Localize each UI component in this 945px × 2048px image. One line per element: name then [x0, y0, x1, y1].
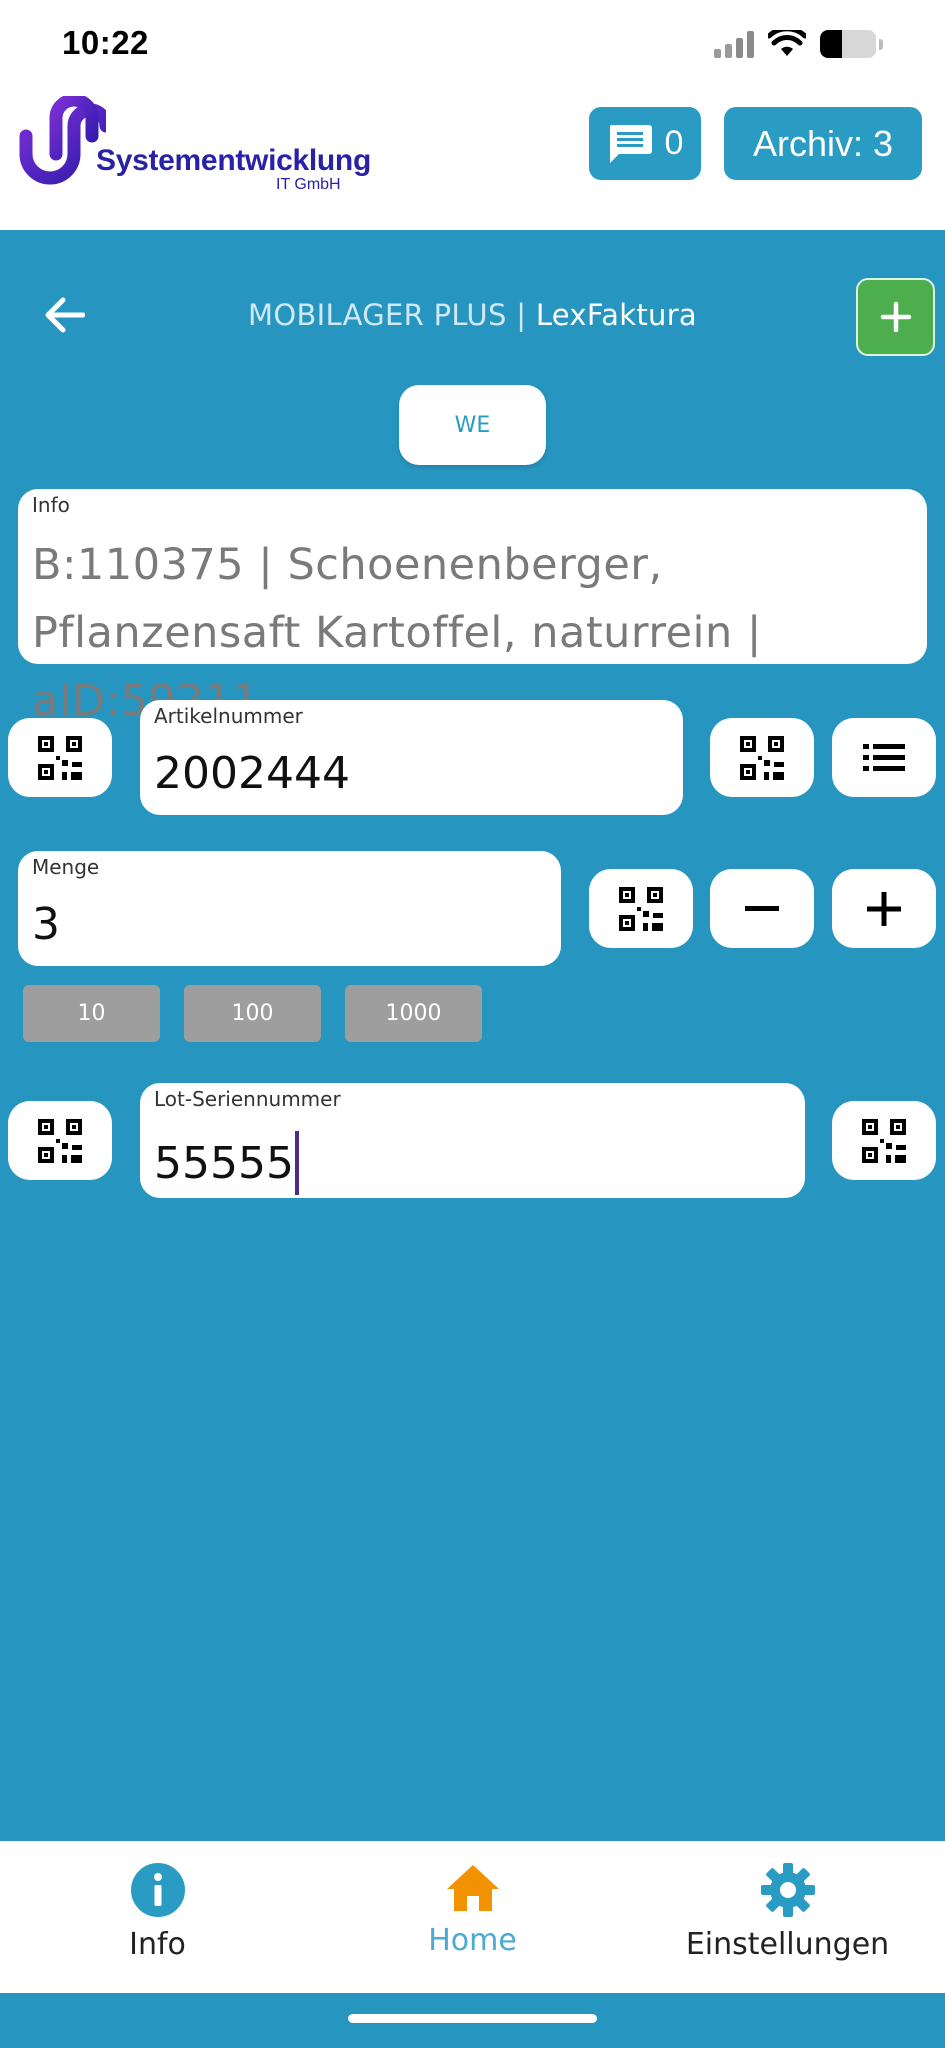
nav-label-home: Home	[428, 1923, 517, 1958]
status-time: 10:22	[62, 24, 149, 61]
info-field: Info B:110375 | Schoenenberger, Pflanzen…	[18, 489, 927, 726]
scan-lot-right-button[interactable]	[832, 1101, 936, 1180]
mode-button-we[interactable]: WE	[399, 385, 546, 465]
scan-artikel-right-button[interactable]	[710, 718, 814, 797]
signal-icon	[714, 30, 754, 58]
wifi-icon	[768, 30, 806, 56]
menge-input[interactable]: Menge 3	[18, 851, 561, 966]
artikelnummer-value: 2002444	[154, 748, 350, 799]
nav-item-einstellungen[interactable]: Einstellungen	[630, 1841, 945, 1993]
minus-icon	[745, 905, 779, 911]
nav-item-home[interactable]: Home	[315, 1841, 630, 1993]
nav-label-einstellungen: Einstellungen	[685, 1927, 890, 1962]
app-header: 10:22 Systementwicklung IT GmbH 0 Archiv…	[0, 0, 945, 230]
nav-item-info[interactable]: Info	[0, 1841, 315, 1993]
plus-icon	[867, 891, 901, 926]
qr-code-icon	[862, 1118, 906, 1163]
quick-qty-100-button[interactable]: 100	[184, 985, 321, 1042]
title-separator: |	[516, 298, 527, 332]
qr-code-icon	[38, 1118, 82, 1163]
scan-artikel-left-button[interactable]	[8, 718, 112, 797]
status-icons	[714, 30, 883, 58]
info-icon	[130, 1863, 185, 1917]
increase-quantity-button[interactable]	[832, 869, 936, 948]
logo-subtext: IT GmbH	[276, 176, 341, 193]
logo-mark-icon	[19, 96, 106, 185]
artikelnummer-input[interactable]: Artikelnummer 2002444	[140, 700, 683, 815]
bottom-navigation: Info Home Einstellungen	[0, 1841, 945, 1993]
qr-code-icon	[619, 886, 663, 931]
article-list-button[interactable]	[832, 718, 936, 797]
battery-icon	[820, 30, 876, 58]
qr-code-icon	[38, 735, 82, 780]
add-button[interactable]	[856, 278, 935, 356]
list-icon	[863, 743, 905, 771]
lot-seriennummer-value-wrap: 55555	[154, 1131, 299, 1195]
title-module: LexFaktura	[535, 298, 697, 332]
lot-seriennummer-input[interactable]: Lot-Seriennummer 55555	[140, 1083, 805, 1198]
archive-button[interactable]: Archiv: 3	[724, 107, 922, 180]
lot-seriennummer-value: 55555	[154, 1137, 294, 1189]
title-app-name: MOBILAGER PLUS	[248, 298, 507, 332]
nav-label-info: Info	[129, 1927, 186, 1962]
home-icon	[446, 1865, 499, 1911]
info-label: Info	[32, 493, 70, 517]
quick-qty-10-button[interactable]: 10	[23, 985, 160, 1042]
artikelnummer-label: Artikelnummer	[154, 704, 303, 728]
scan-lot-left-button[interactable]	[8, 1101, 112, 1180]
decrease-quantity-button[interactable]	[710, 869, 814, 948]
logo-text: Systementwicklung	[96, 144, 371, 177]
page-title: MOBILAGER PLUS | LexFaktura	[0, 298, 945, 332]
messages-count: 0	[664, 124, 684, 162]
lot-seriennummer-label: Lot-Seriennummer	[154, 1087, 341, 1111]
chat-icon	[609, 124, 652, 163]
text-caret	[294, 1131, 299, 1195]
plus-icon	[880, 301, 911, 333]
quick-qty-1000-button[interactable]: 1000	[345, 985, 482, 1042]
scan-menge-button[interactable]	[589, 869, 693, 948]
gear-icon	[760, 1863, 815, 1917]
home-indicator[interactable]	[348, 2014, 597, 2023]
messages-button[interactable]: 0	[589, 107, 701, 180]
menge-value: 3	[32, 899, 60, 950]
qr-code-icon	[740, 735, 784, 780]
menge-label: Menge	[32, 855, 100, 879]
company-logo: Systementwicklung IT GmbH	[16, 96, 396, 196]
